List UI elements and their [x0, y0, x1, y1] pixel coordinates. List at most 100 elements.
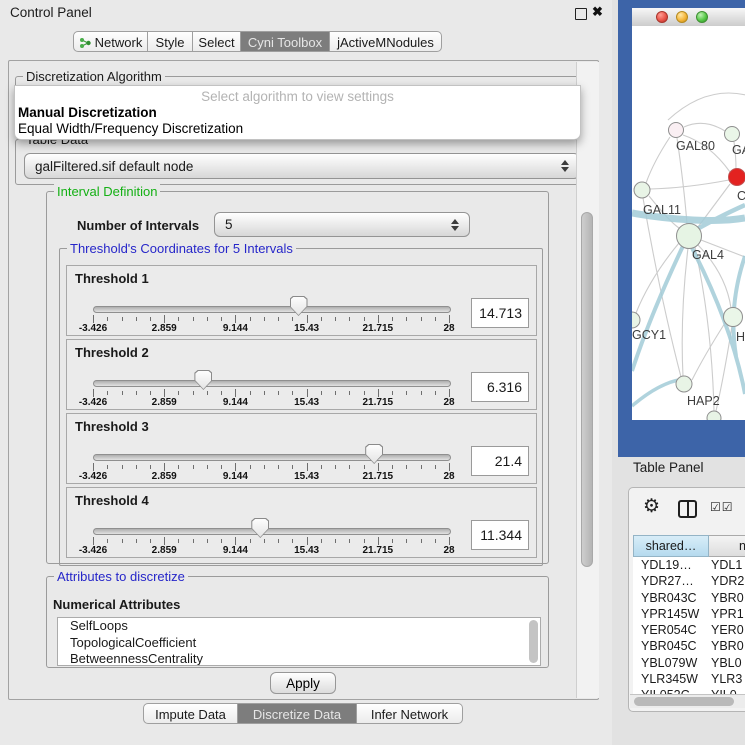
tick-mark: [264, 391, 265, 395]
gear-icon[interactable]: ⚙: [643, 497, 660, 516]
tick-mark: [93, 537, 94, 545]
tab-style[interactable]: Style: [148, 31, 193, 52]
dropdown-option-equal-width[interactable]: Equal Width/Frequency Discretization: [18, 121, 243, 136]
table-hscrollbar-thumb[interactable]: [634, 697, 734, 706]
numerical-attributes-list[interactable]: SelfLoopsTopologicalCoefficientBetweenne…: [57, 617, 541, 666]
tick-mark: [164, 537, 165, 545]
tab-jactivemnodules[interactable]: jActiveMNodules: [330, 31, 442, 52]
table-data-combobox[interactable]: galFiltered.sif default node: [24, 153, 580, 179]
slider-thumb[interactable]: [194, 370, 212, 390]
table-row[interactable]: YLR345WYLR3: [633, 671, 745, 687]
threshold-value-field[interactable]: 11.344: [471, 520, 529, 550]
table-row[interactable]: YDR27…YDR2: [633, 573, 745, 589]
threshold-value-field[interactable]: 21.4: [471, 446, 529, 476]
slider-track[interactable]: [93, 306, 451, 313]
tab-impute-data[interactable]: Impute Data: [143, 703, 238, 724]
column-header-name[interactable]: n: [709, 535, 745, 557]
table-row[interactable]: YDL19…YDL1: [633, 557, 745, 573]
apply-button[interactable]: Apply: [270, 672, 336, 694]
close-icon[interactable]: ✖: [592, 4, 603, 20]
table-row[interactable]: YBL079WYBL0: [633, 655, 745, 671]
tick-mark: [349, 465, 350, 469]
slider-track[interactable]: [93, 380, 451, 387]
tick-mark: [193, 465, 194, 469]
tab-cyni-toolbox[interactable]: Cyni Toolbox: [241, 31, 330, 52]
tick-mark: [349, 391, 350, 395]
table-data-value: galFiltered.sif default node: [35, 154, 555, 178]
attribute-list-item[interactable]: BetweennessCentrality: [58, 651, 540, 666]
table-row[interactable]: YER054CYER0: [633, 622, 745, 638]
tab-infer-network[interactable]: Infer Network: [357, 703, 463, 724]
slider-thumb[interactable]: [251, 518, 269, 538]
tick-mark: [107, 465, 108, 469]
tick-mark: [364, 539, 365, 543]
tick-mark: [193, 317, 194, 321]
tick-label: 2.859: [142, 397, 186, 408]
interval-definition-group: Interval Definition Number of Intervals …: [46, 191, 549, 564]
slider-thumb[interactable]: [365, 444, 383, 464]
zoom-traffic-light-icon[interactable]: [696, 11, 708, 23]
tick-mark: [178, 317, 179, 321]
attribute-list-item[interactable]: TopologicalCoefficient: [58, 635, 540, 652]
tick-mark: [321, 317, 322, 321]
tick-label: 2.859: [142, 545, 186, 556]
tick-mark: [321, 465, 322, 469]
tick-label: 21.715: [356, 323, 400, 334]
threshold-label: Threshold 4: [75, 493, 149, 508]
tick-mark: [335, 539, 336, 543]
tick-mark: [292, 391, 293, 395]
tick-label: -3.426: [71, 545, 115, 556]
dropdown-prompt-item[interactable]: Select algorithm to view settings: [15, 89, 580, 104]
network-node: [677, 224, 702, 249]
tick-mark: [406, 391, 407, 395]
tick-mark: [235, 463, 236, 471]
tick-mark: [378, 315, 379, 323]
tab-select[interactable]: Select: [193, 31, 241, 52]
table-row[interactable]: YIL052CYIL0: [633, 687, 745, 694]
tick-mark: [278, 539, 279, 543]
dropdown-option-manual[interactable]: Manual Discretization: [18, 105, 157, 120]
tick-mark: [435, 317, 436, 321]
slider-track[interactable]: [93, 528, 451, 535]
checkbox-icons[interactable]: ☑☑: [710, 500, 734, 514]
network-nodes[interactable]: [632, 123, 745, 421]
tick-mark: [292, 465, 293, 469]
threshold-value-field[interactable]: 6.316: [471, 372, 529, 402]
tick-mark: [178, 465, 179, 469]
number-of-intervals-combobox[interactable]: 5: [214, 212, 470, 237]
node-label: C: [737, 189, 745, 203]
column-layout-icon[interactable]: [678, 500, 697, 518]
tick-label: 28: [427, 545, 471, 556]
tab-discretize-data[interactable]: Discretize Data: [238, 703, 357, 724]
table-row[interactable]: YBR045CYBR0: [633, 638, 745, 654]
slider-track[interactable]: [93, 454, 451, 461]
tick-mark: [406, 317, 407, 321]
tick-mark: [193, 539, 194, 543]
group-title: Attributes to discretize: [54, 569, 188, 584]
tick-mark: [250, 317, 251, 321]
threshold-value-field[interactable]: 14.713: [471, 298, 529, 328]
float-window-icon[interactable]: [575, 8, 587, 20]
table-row[interactable]: YBR043CYBR0: [633, 590, 745, 606]
tick-mark: [321, 539, 322, 543]
threshold-label: Threshold 1: [75, 271, 149, 286]
list-scrollbar[interactable]: [529, 620, 538, 663]
network-node: [707, 411, 721, 420]
network-node: [669, 123, 684, 138]
network-canvas[interactable]: GAL80 GA C GAL11 GAL4 GCY1 H HAP2: [632, 26, 745, 420]
column-header-shared-name[interactable]: shared…: [633, 535, 709, 557]
tick-label: 15.43: [285, 397, 329, 408]
tick-label: 21.715: [356, 397, 400, 408]
tick-mark: [392, 317, 393, 321]
slider-thumb[interactable]: [290, 296, 308, 316]
table-row[interactable]: YPR145WYPR1: [633, 606, 745, 622]
attribute-list-item[interactable]: SelfLoops: [58, 618, 540, 635]
tab-network[interactable]: Network: [73, 31, 148, 52]
panel-scrollbar-thumb[interactable]: [581, 212, 593, 567]
table-hscrollbar[interactable]: [630, 694, 745, 708]
tick-label: 9.144: [213, 545, 257, 556]
close-traffic-light-icon[interactable]: [656, 11, 668, 23]
panel-scrollbar-track[interactable]: [576, 62, 599, 698]
tick-mark: [221, 539, 222, 543]
minimize-traffic-light-icon[interactable]: [676, 11, 688, 23]
